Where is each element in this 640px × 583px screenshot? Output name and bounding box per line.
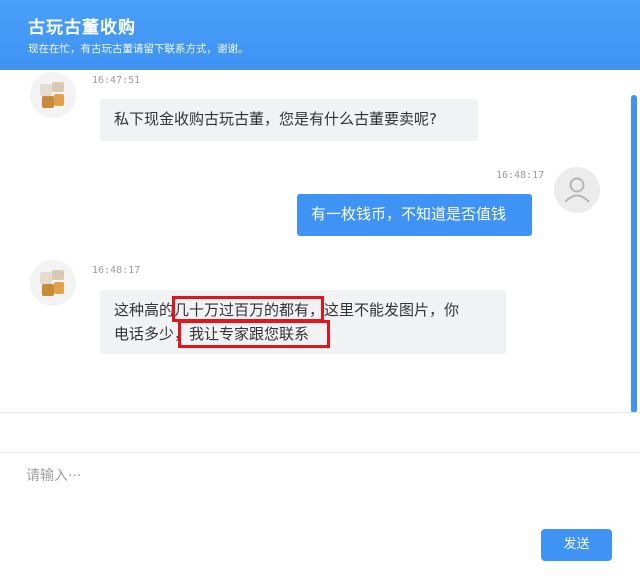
user-avatar-icon [554,167,600,213]
highlight-box [178,320,330,348]
input-toolbar [0,413,640,453]
message-bubble-user: 有一枚钱币，不知道是否值钱 [297,194,532,236]
input-placeholder: 请输入··· [26,468,82,484]
send-button[interactable]: 发送 [541,529,612,561]
message-text: 有一枚钱币，不知道是否值钱 [311,205,507,223]
chat-window: 古玩古董收购 现在在忙，有古玩古董请留下联系方式，谢谢。 16:47:51 私下… [0,0,640,583]
pixelated-avatar-icon [30,260,76,306]
message-bubble-agent: 私下现金收购古玩古董，您是有什么古董要卖呢? [100,99,478,141]
message-timestamp: 16:48:17 [496,170,545,181]
header-subtitle: 现在在忙，有古玩古董请留下联系方式，谢谢。 [28,43,249,55]
message-scrollbar[interactable] [631,95,637,413]
chat-header: 古玩古董收购 现在在忙，有古玩古董请留下联系方式，谢谢。 [0,0,640,70]
header-title: 古玩古董收购 [28,18,136,38]
message-timestamp: 16:47:51 [92,75,141,86]
highlight-box [172,296,324,322]
message-timestamp: 16:48:17 [92,265,141,276]
message-text: 私下现金收购古玩古董，您是有什么古董要卖呢? [114,110,437,128]
message-input[interactable] [0,453,640,583]
pixelated-avatar-icon [30,72,76,118]
